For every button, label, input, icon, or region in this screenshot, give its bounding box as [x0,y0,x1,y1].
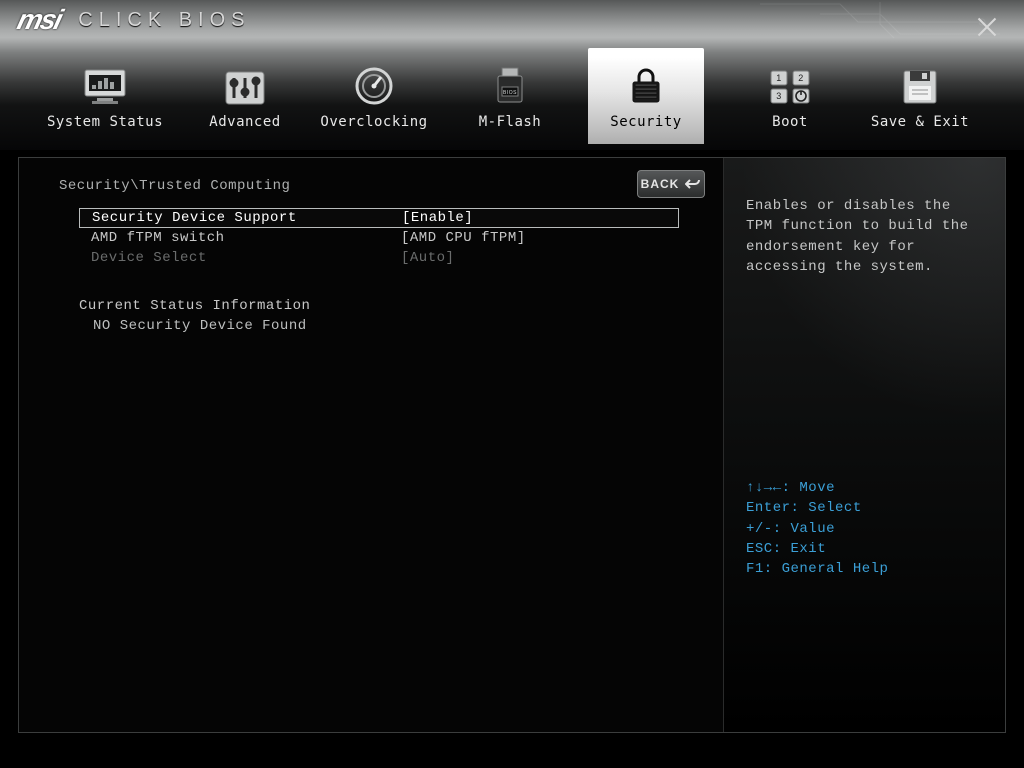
option-key: Device Select [91,250,401,266]
hint-move: ↑↓→←: Move [746,478,888,498]
back-label: BACK [641,177,680,191]
menu-overclocking[interactable]: Overclocking [314,48,434,144]
undo-arrow-icon [685,177,701,191]
svg-text:3: 3 [776,91,782,101]
menu-label: Save & Exit [871,114,969,130]
svg-text:2: 2 [798,73,804,83]
usb-bios-icon: BIOS [482,62,538,106]
option-list: Security Device Support [Enable] AMD fTP… [79,208,679,268]
hint-esc: ESC: Exit [746,539,888,559]
hint-enter: Enter: Select [746,498,888,518]
floppy-save-icon [892,62,948,106]
product-name: CLICK BIOS [78,9,250,32]
lock-icon [618,62,674,106]
breadcrumb: Security\Trusted Computing [59,178,697,194]
option-amd-ftpm-switch[interactable]: AMD fTPM switch [AMD CPU fTPM] [79,228,679,248]
status-heading: Current Status Information [79,298,697,314]
menu-save-exit[interactable]: Save & Exit [860,48,980,144]
menu-label: Overclocking [320,114,427,130]
header-band: msi CLICK BIOS System Status [0,0,1024,150]
option-key: AMD fTPM switch [91,230,401,246]
menu-boot[interactable]: 1 2 3 Boot [750,48,830,144]
gauge-icon [346,62,402,106]
back-button[interactable]: BACK [637,170,705,198]
msi-logo: msi [14,4,64,36]
close-button[interactable] [972,12,1002,42]
brand: msi CLICK BIOS [18,4,251,36]
option-value: [Auto] [401,250,454,266]
help-text: Enables or disables the TPM function to … [746,196,983,277]
option-value: [Enable] [402,210,473,226]
option-device-select: Device Select [Auto] [79,248,679,268]
menu-label: System Status [47,114,163,130]
hint-value: +/-: Value [746,519,888,539]
option-value: [AMD CPU fTPM] [401,230,526,246]
status-line: NO Security Device Found [93,318,697,334]
option-key: Security Device Support [92,210,402,226]
menu-label: Boot [772,114,808,130]
menu-security[interactable]: Security [588,48,704,144]
menu-mflash[interactable]: BIOS M-Flash [460,48,560,144]
menu-label: Advanced [209,114,280,130]
option-security-device-support[interactable]: Security Device Support [Enable] [79,208,679,228]
monitor-bars-icon [77,62,133,106]
menu-system-status[interactable]: System Status [40,48,170,144]
menu-label: Security [610,114,681,130]
top-menu: System Status Advanced [0,48,1024,144]
key-hints: ↑↓→←: Move Enter: Select +/-: Value ESC:… [746,478,888,579]
content-frame: Security\Trusted Computing BACK Security… [18,157,1006,733]
menu-label: M-Flash [479,114,542,130]
menu-advanced[interactable]: Advanced [195,48,295,144]
settings-panel: Security\Trusted Computing BACK Security… [19,158,725,732]
boot-order-icon: 1 2 3 [762,62,818,106]
help-panel: Enables or disables the TPM function to … [723,158,1005,732]
svg-text:1: 1 [776,73,782,83]
sliders-icon [217,62,273,106]
svg-text:BIOS: BIOS [503,90,517,96]
hint-f1: F1: General Help [746,559,888,579]
